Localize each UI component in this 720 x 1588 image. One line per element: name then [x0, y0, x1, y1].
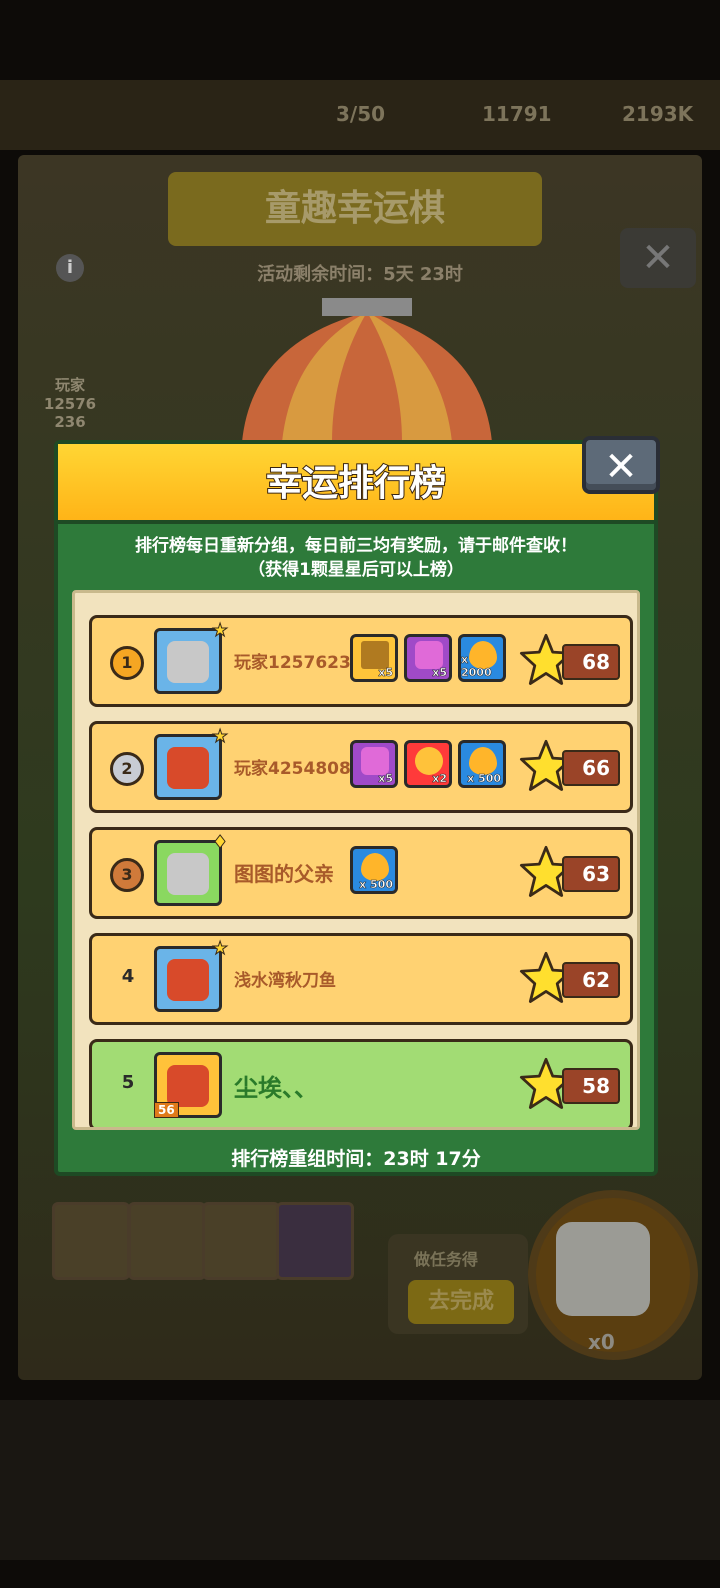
cat-avatar-icon — [167, 853, 209, 895]
board-cell — [52, 1202, 130, 1280]
coin-counter: 11791 — [482, 102, 552, 126]
power-counter: 2193K — [622, 102, 694, 126]
star-icon: ★ — [211, 620, 229, 642]
reward-qty: x2 — [432, 772, 447, 786]
star-score: 58 — [562, 1068, 620, 1104]
knight-avatar-icon — [167, 747, 209, 789]
player-name: 玩家12576236 — [234, 653, 363, 673]
bronze-medal-icon: 3 — [110, 858, 144, 892]
chest-reward-icon[interactable]: x5 — [350, 634, 398, 682]
player-name: 玩家42548086 — [234, 759, 363, 779]
event-title-banner: 童趣幸运棋 — [168, 172, 542, 246]
notice-line-1: 排行榜每日重新分组，每日前三均有奖励，请于邮件查收！ — [135, 536, 577, 556]
reward-qty: x 2000 — [461, 653, 492, 680]
dice-count: x0 — [588, 1330, 615, 1354]
circus-tent-icon — [242, 298, 492, 442]
drop-reward-icon[interactable]: x 2000 — [458, 634, 506, 682]
leaderboard-row: 2 ★ 玩家42548086 x5 x2 x 500 66 — [89, 721, 633, 813]
star-icon: ★ — [211, 726, 229, 748]
silver-medal-icon: 2 — [110, 752, 144, 786]
regroup-timer: 排行榜重组时间：23时 17分 — [231, 1148, 481, 1170]
notice-line-2: （获得1颗星星后可以上榜） — [248, 560, 464, 580]
steps-counter: 3/50 — [336, 102, 386, 126]
bottom-nav — [0, 1400, 720, 1560]
leaderboard-row: 3 ♦ 图图的父亲 x 500 63 — [89, 827, 633, 919]
player-card-name: 玩家12576 — [43, 376, 97, 413]
knight-avatar-icon — [167, 1065, 209, 1107]
heart-reward-icon[interactable]: x2 — [404, 740, 452, 788]
player-name: 图图的父亲 — [234, 862, 334, 886]
cat-avatar-icon — [167, 641, 209, 683]
task-label: 做任务得 — [414, 1250, 479, 1269]
star-score: 68 — [562, 644, 620, 680]
dice-icon — [556, 1222, 650, 1316]
close-button[interactable]: ✕ — [582, 436, 660, 494]
star-icon: ★ — [211, 938, 229, 960]
reward-qty: x 500 — [467, 772, 501, 786]
level-badge: 56 — [154, 1102, 179, 1118]
player-card-score: 236 — [54, 413, 86, 431]
gold-medal-icon: 1 — [110, 646, 144, 680]
star-score: 66 — [562, 750, 620, 786]
board-cell — [276, 1202, 354, 1280]
player-card: 玩家12576 236 — [30, 374, 110, 431]
board-cell — [202, 1202, 280, 1280]
modal-title: 幸运排行榜 — [265, 462, 447, 505]
drop-reward-icon[interactable]: x 500 — [350, 846, 398, 894]
leaderboard-row: 1 ★ 玩家12576236 x5 x5 x 2000 68 — [89, 615, 633, 707]
go-complete-button[interactable]: 去完成 — [408, 1280, 514, 1324]
leaderboard-list[interactable]: 1 ★ 玩家12576236 x5 x5 x 2000 68 2 ★ 玩家425… — [72, 590, 640, 1130]
leaderboard-modal: 幸运排行榜 排行榜每日重新分组，每日前三均有奖励，请于邮件查收！ （获得1颗星星… — [54, 440, 658, 1176]
drop-reward-icon[interactable]: x 500 — [458, 740, 506, 788]
rank-number: 4 — [121, 966, 135, 987]
reward-qty: x5 — [378, 666, 393, 680]
star-score: 63 — [562, 856, 620, 892]
board-cell — [128, 1202, 206, 1280]
knight-avatar-icon — [167, 959, 209, 1001]
player-name: 尘埃、、 — [234, 1074, 318, 1102]
leaderboard-row: 4 ★ 浅水湾秋刀鱼 62 — [89, 933, 633, 1025]
leaderboard-notice: 排行榜每日重新分组，每日前三均有奖励，请于邮件查收！ （获得1颗星星后可以上榜） — [58, 534, 654, 582]
star-score: 62 — [562, 962, 620, 998]
reward-qty: x 500 — [359, 878, 393, 892]
player-name: 浅水湾秋刀鱼 — [234, 971, 336, 991]
info-icon[interactable]: i — [56, 254, 84, 282]
event-close-button[interactable]: ✕ — [620, 228, 696, 288]
my-leaderboard-row: 5 56 尘埃、、 58 — [89, 1039, 633, 1127]
hat-icon: ♦ — [211, 832, 229, 854]
rank-number: 5 — [121, 1072, 135, 1093]
puzzle-reward-icon[interactable]: x5 — [404, 634, 452, 682]
reward-qty: x5 — [432, 666, 447, 680]
modal-header: 幸运排行榜 — [58, 444, 654, 524]
reward-qty: x5 — [378, 772, 393, 786]
puzzle-reward-icon[interactable]: x5 — [350, 740, 398, 788]
